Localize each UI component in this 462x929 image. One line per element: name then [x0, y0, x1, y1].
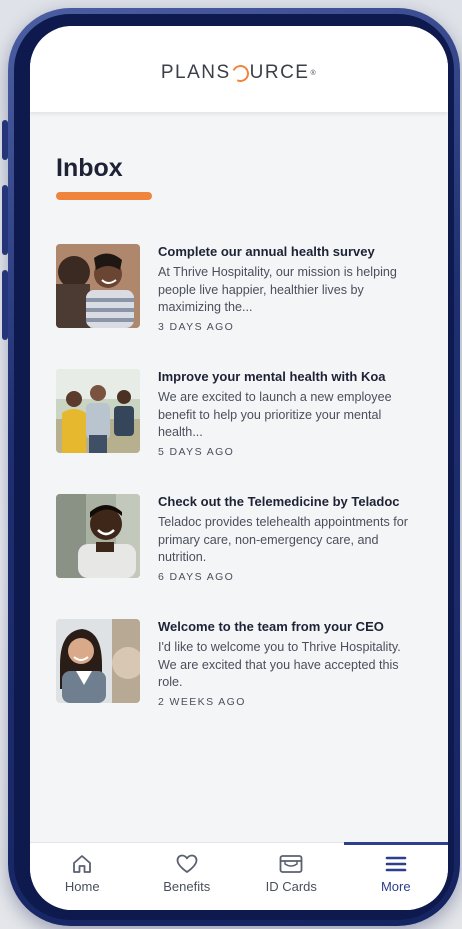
- inbox-message[interactable]: Check out the Telemedicine by Teladoc Te…: [56, 494, 426, 594]
- app-header: PLANS URCE ®: [30, 26, 448, 112]
- tab-more[interactable]: More: [343, 842, 449, 910]
- inbox-message[interactable]: Welcome to the team from your CEO I'd li…: [56, 619, 426, 719]
- heart-icon: [174, 852, 200, 876]
- title-underline: [56, 192, 152, 200]
- tab-home[interactable]: Home: [30, 843, 135, 910]
- logo-text: URCE: [249, 62, 310, 83]
- inbox-message[interactable]: Complete our annual health survey At Thr…: [56, 244, 426, 344]
- menu-icon: [383, 852, 409, 876]
- tab-label: ID Cards: [265, 879, 317, 894]
- phone-side-button: [2, 185, 8, 255]
- message-title: Welcome to the team from your CEO: [158, 619, 384, 634]
- tab-id-cards[interactable]: ID Cards: [239, 843, 344, 910]
- app-screen: PLANS URCE ® Inbox Complete our annual hea…: [30, 26, 448, 910]
- message-title: Improve your mental health with Koa: [158, 369, 386, 384]
- phone-side-button: [2, 270, 8, 340]
- home-icon: [69, 852, 95, 876]
- message-title: Check out the Telemedicine by Teladoc: [158, 494, 400, 509]
- registered-mark: ®: [310, 69, 318, 77]
- message-preview: Teladoc provides telehealth appointments…: [158, 515, 408, 564]
- tab-label: Home: [64, 879, 100, 894]
- message-timestamp: 6 DAYS AGO: [158, 570, 235, 583]
- logo-o-mark: [229, 62, 252, 84]
- logo-text: PLANS: [160, 62, 231, 83]
- message-preview: I'd like to welcome you to Thrive Hospit…: [158, 640, 401, 689]
- bottom-tab-bar: Home Benefits ID Cards More: [30, 842, 448, 910]
- message-thumbnail: [56, 244, 140, 328]
- message-timestamp: 2 WEEKS AGO: [158, 695, 246, 708]
- message-preview: At Thrive Hospitality, our mission is he…: [158, 265, 397, 314]
- id-card-icon: [278, 852, 304, 876]
- message-thumbnail: [56, 619, 140, 703]
- page-title: Inbox: [56, 154, 123, 182]
- tab-label: Benefits: [163, 879, 211, 894]
- message-thumbnail: [56, 494, 140, 578]
- message-thumbnail: [56, 369, 140, 453]
- inbox-message[interactable]: Improve your mental health with Koa We a…: [56, 369, 426, 469]
- phone-side-button: [2, 120, 8, 160]
- message-timestamp: 5 DAYS AGO: [158, 445, 235, 458]
- plansource-logo: PLANS URCE ®: [161, 62, 317, 84]
- tab-benefits[interactable]: Benefits: [135, 843, 240, 910]
- message-preview: We are excited to launch a new employee …: [158, 390, 392, 439]
- message-title: Complete our annual health survey: [158, 244, 375, 259]
- message-timestamp: 3 DAYS AGO: [158, 320, 235, 333]
- tab-label: More: [380, 879, 411, 894]
